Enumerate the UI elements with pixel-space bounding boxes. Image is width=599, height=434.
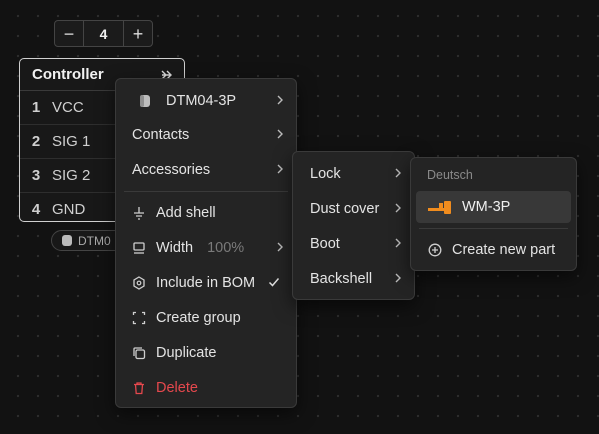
- menu-item-label: Accessories: [132, 161, 211, 178]
- connector-part-icon: [138, 94, 152, 108]
- chevron-right-icon: [276, 163, 284, 179]
- pin-count-stepper[interactable]: − 4 +: [54, 20, 153, 47]
- menu-item-duplicate[interactable]: Duplicate: [116, 335, 296, 370]
- menu-item-label: Dust cover: [310, 200, 380, 217]
- menu-item-label: Width: [156, 239, 194, 256]
- chevron-right-icon: [394, 272, 402, 288]
- menu-item-wm-3p[interactable]: WM-3P: [416, 191, 571, 223]
- plus-circle-icon: [428, 243, 442, 257]
- group-icon: [132, 311, 146, 325]
- menu-item-label: DTM04-3P: [166, 92, 237, 109]
- pin-label: SIG 1: [52, 133, 91, 150]
- pin-label: VCC: [52, 99, 84, 116]
- menu-item-label: WM-3P: [462, 199, 511, 215]
- menu-item-label: Create group: [156, 309, 241, 326]
- pin-label: SIG 2: [52, 167, 91, 184]
- context-menu: DTM04-3P Contacts Accessories Add shell …: [115, 78, 297, 408]
- chevron-right-icon: [394, 202, 402, 218]
- menu-item-label: Create new part: [452, 241, 556, 258]
- menu-item-create-group[interactable]: Create group: [116, 300, 296, 335]
- width-icon: [132, 241, 146, 255]
- decrement-button[interactable]: −: [55, 21, 83, 46]
- menu-item-delete[interactable]: Delete: [116, 370, 296, 405]
- part-chip-label: DTM0: [78, 233, 111, 248]
- menu-item-label: Duplicate: [156, 344, 217, 361]
- connector-part-icon: [62, 235, 72, 246]
- ground-icon: [132, 206, 146, 220]
- bom-icon: [132, 275, 146, 290]
- connector-title: Controller: [32, 66, 104, 83]
- menu-divider: [124, 191, 288, 192]
- menu-item-lock[interactable]: Lock: [293, 156, 414, 191]
- menu-item-label: Lock: [310, 165, 341, 182]
- menu-item-width[interactable]: Width 100%: [116, 230, 296, 265]
- pin-number: 2: [31, 133, 41, 150]
- chevron-right-icon: [394, 167, 402, 183]
- menu-item-label: Include in BOM: [156, 274, 256, 291]
- pin-number: 1: [31, 99, 41, 116]
- lock-submenu: Deutsch WM-3P Create new part: [410, 157, 577, 271]
- menu-item-label: Delete: [156, 379, 198, 396]
- menu-item-label: Add shell: [156, 204, 216, 221]
- menu-item-add-shell[interactable]: Add shell: [116, 195, 296, 230]
- chevron-right-icon: [276, 128, 284, 144]
- chevron-right-icon: [394, 237, 402, 253]
- menu-divider: [419, 228, 568, 229]
- menu-item-label: Contacts: [132, 126, 190, 143]
- section-header: Deutsch: [427, 168, 473, 182]
- chevron-right-icon: [276, 94, 284, 110]
- menu-item-label: Backshell: [310, 270, 373, 287]
- wedgelock-icon: [428, 199, 452, 215]
- menu-item-part[interactable]: DTM04-3P: [116, 83, 296, 118]
- trash-icon: [132, 381, 146, 395]
- menu-item-include-bom[interactable]: Include in BOM: [116, 265, 296, 300]
- menu-item-contacts[interactable]: Contacts: [116, 117, 296, 152]
- menu-item-backshell[interactable]: Backshell: [293, 261, 414, 296]
- menu-item-boot[interactable]: Boot: [293, 226, 414, 261]
- menu-item-label: Boot: [310, 235, 340, 252]
- menu-item-create-new-part[interactable]: Create new part: [411, 232, 576, 267]
- increment-button[interactable]: +: [124, 21, 152, 46]
- pin-label: GND: [52, 201, 86, 218]
- width-value: 100%: [207, 239, 245, 256]
- pin-number: 3: [31, 167, 41, 184]
- checkmark-icon: [268, 276, 280, 292]
- chevron-right-icon: [276, 241, 284, 257]
- duplicate-icon: [132, 346, 146, 360]
- accessories-submenu: Lock Dust cover Boot Backshell: [292, 151, 415, 300]
- menu-item-accessories[interactable]: Accessories: [116, 152, 296, 187]
- pin-count-value[interactable]: 4: [83, 21, 124, 46]
- pin-number: 4: [31, 201, 41, 218]
- menu-item-dust-cover[interactable]: Dust cover: [293, 191, 414, 226]
